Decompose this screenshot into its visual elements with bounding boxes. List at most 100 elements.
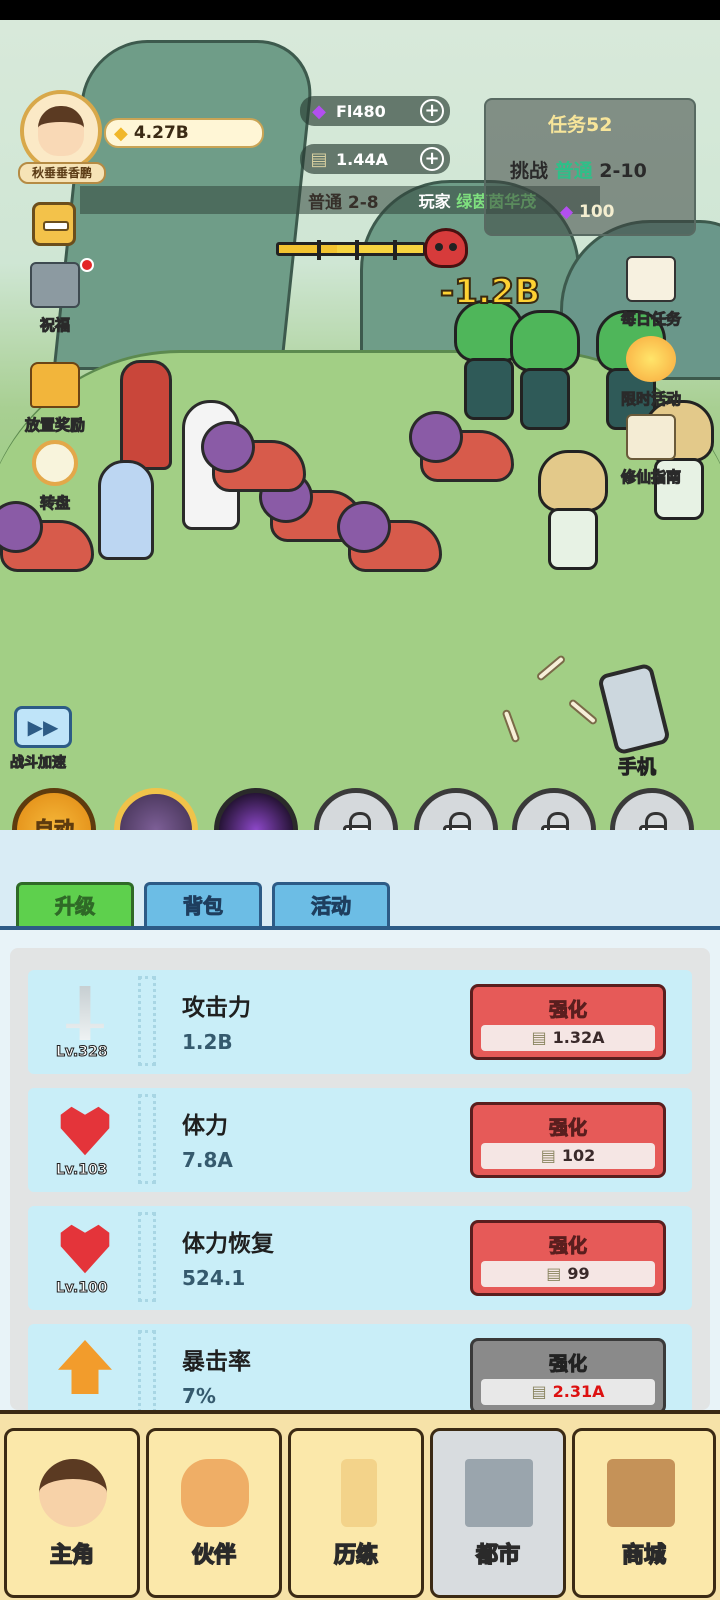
event-icon <box>626 336 676 382</box>
guide-button[interactable]: 修仙指南 <box>606 414 696 487</box>
mission-challenge-mode: 普通 <box>554 160 593 182</box>
ticker-prefix: 玩家 <box>418 192 451 211</box>
blessing-icon <box>30 262 80 308</box>
daily-tasks-icon <box>626 256 676 302</box>
cash-icon: ▤ <box>310 148 328 170</box>
sword-icon <box>66 986 104 1040</box>
crit-cost-value: 2.31A <box>552 1382 605 1401</box>
progress-tick <box>317 240 321 260</box>
idle-reward-button[interactable]: 放置奖励 <box>10 362 100 435</box>
nav-hero[interactable]: 主角 <box>4 1428 140 1598</box>
upgrade-list[interactable]: Lv.328 攻击力 1.2B 强化 ▤ 1.32A Lv.103 体力 7.8A… <box>10 948 710 1410</box>
player-avatar[interactable] <box>20 90 102 172</box>
tab-activity[interactable]: 活动 <box>272 882 390 928</box>
crit-upgrade-button[interactable]: 强化 ▤ 2.31A <box>470 1338 666 1410</box>
upgrade-cost: ▤ 2.31A <box>481 1379 655 1405</box>
blessing-button[interactable]: 祝福 <box>10 258 100 335</box>
cash-value: 1.44A <box>336 149 388 169</box>
nav-training[interactable]: 历练 <box>288 1428 424 1598</box>
bottom-nav: 主角 伙伴 历练 都市 商城 <box>0 1410 720 1600</box>
gem-icon: ◆ <box>312 100 326 122</box>
attack-upgrade-button[interactable]: 强化 ▤ 1.32A <box>470 984 666 1060</box>
training-icon <box>341 1459 377 1527</box>
wheel-icon <box>32 440 78 486</box>
enemy-green-hair <box>510 310 580 430</box>
beast-enemy <box>201 421 306 492</box>
notification-dot <box>80 258 94 272</box>
regen-level: Lv.100 <box>55 1280 108 1297</box>
daily-tasks-button[interactable]: 每日任务 <box>606 256 696 329</box>
gem-value: Fl480 <box>336 101 386 121</box>
collapse-button[interactable] <box>32 202 76 246</box>
decorative-pattern <box>138 1212 156 1302</box>
regen-upgrade-button[interactable]: 强化 ▤ 99 <box>470 1220 666 1296</box>
attack-value: 1.2B <box>182 1030 233 1054</box>
regen-cost-value: 99 <box>567 1264 590 1283</box>
limited-event-button[interactable]: 限时活动 <box>606 336 696 409</box>
upgrade-cost: ▤ 102 <box>481 1143 655 1169</box>
upgrade-cost: ▤ 1.32A <box>481 1025 655 1051</box>
wheel-label: 转盘 <box>39 494 70 513</box>
damage-number: -1.2B <box>439 271 541 313</box>
upgrade-row-crit: 暴击率 7% 强化 ▤ 2.31A <box>28 1324 692 1410</box>
city-icon <box>465 1459 533 1527</box>
upgrade-row-stamina: Lv.103 体力 7.8A 强化 ▤ 102 <box>28 1088 692 1192</box>
gold-counter: ◆ 4.27B <box>104 118 264 148</box>
tab-inventory[interactable]: 背包 <box>144 882 262 928</box>
cash-icon: ▤ <box>540 1146 556 1165</box>
mission-panel[interactable]: 任务52 挑战 普通 2-10 ◆ 100 <box>484 98 696 236</box>
tab-bar: 升级 背包 活动 <box>0 830 720 930</box>
status-bar <box>0 0 720 20</box>
mission-reward: ◆ 100 <box>560 202 615 222</box>
nav-city[interactable]: 都市 <box>430 1428 566 1598</box>
nav-partner[interactable]: 伙伴 <box>146 1428 282 1598</box>
stamina-upgrade-button[interactable]: 强化 ▤ 102 <box>470 1102 666 1178</box>
attack-cost-value: 1.32A <box>552 1028 605 1047</box>
upgrade-row-regen: Lv.100 体力恢复 524.1 强化 ▤ 99 <box>28 1206 692 1310</box>
progress-tick <box>355 240 359 260</box>
add-cash-button[interactable]: + <box>420 147 444 171</box>
avatar-face <box>38 106 84 156</box>
nav-hero-label: 主角 <box>49 1542 95 1569</box>
beast-enemy <box>0 501 94 572</box>
treasure-chest-icon <box>30 362 80 408</box>
mission-challenge: 挑战 普通 2-10 <box>510 156 647 183</box>
boss-progress-bar <box>276 240 426 260</box>
decorative-pattern <box>138 1330 156 1410</box>
nav-shop[interactable]: 商城 <box>572 1428 716 1598</box>
guide-icon <box>626 414 676 460</box>
regen-name: 体力恢复 <box>182 1231 274 1257</box>
cash-counter: ▤ 1.44A + <box>300 144 450 174</box>
crit-value: 7% <box>182 1384 216 1408</box>
add-gems-button[interactable]: + <box>420 99 444 123</box>
attack-name: 攻击力 <box>182 995 251 1021</box>
regen-value: 524.1 <box>182 1266 246 1290</box>
player-name: 秋垂垂香鹏 <box>18 162 106 184</box>
enemy-blond <box>538 450 608 570</box>
tab-upgrade[interactable]: 升级 <box>16 882 134 928</box>
progress-tick <box>393 240 397 260</box>
upgrade-panel: 升级 背包 活动 Lv.328 攻击力 1.2B 强化 ▤ 1.32A Lv.10… <box>0 830 720 1410</box>
attack-level: Lv.328 <box>55 1044 108 1061</box>
upgrade-label: 强化 <box>548 1117 587 1140</box>
decorative-pattern <box>138 1094 156 1184</box>
stamina-value: 7.8A <box>182 1148 233 1172</box>
crit-name: 暴击率 <box>182 1349 251 1375</box>
guide-label: 修仙指南 <box>620 468 681 487</box>
beast-enemy <box>337 501 442 572</box>
hero-icon <box>39 1459 107 1527</box>
cash-icon: ▤ <box>531 1028 547 1047</box>
beast-enemy <box>409 411 514 482</box>
decorative-pattern <box>138 976 156 1066</box>
idle-reward-label: 放置奖励 <box>24 416 85 435</box>
wheel-button[interactable]: 转盘 <box>10 440 100 513</box>
battle-speed-button[interactable]: ▶▶ <box>14 706 72 748</box>
phone-label: 手机 <box>617 756 657 779</box>
stage-label: 普通 2-8 <box>308 192 379 213</box>
limited-event-label: 限时活动 <box>620 390 681 409</box>
cash-icon: ▤ <box>546 1264 562 1283</box>
stamina-name: 体力 <box>182 1113 228 1139</box>
upgrade-row-attack: Lv.328 攻击力 1.2B 强化 ▤ 1.32A <box>28 970 692 1074</box>
crit-arrow-icon <box>58 1340 112 1394</box>
tab-underline <box>0 926 720 930</box>
